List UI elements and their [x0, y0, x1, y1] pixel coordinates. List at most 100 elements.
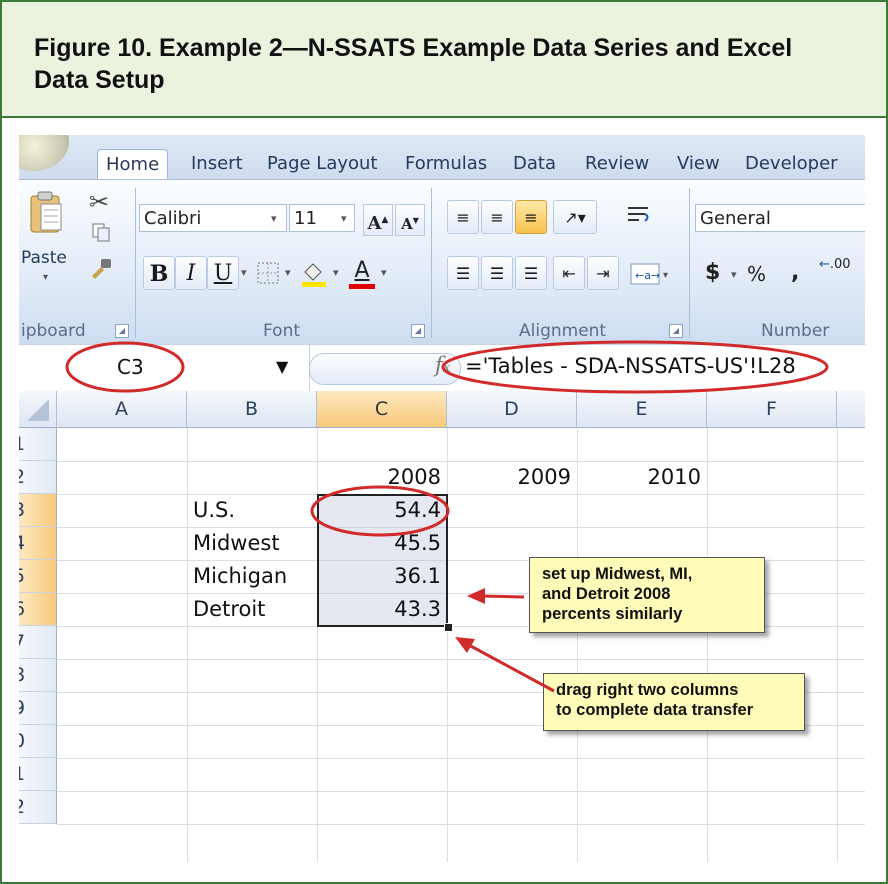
row-header-11[interactable]: 1 [19, 758, 57, 791]
grow-font-icon[interactable]: A▲ [363, 204, 393, 236]
excel-screenshot: Home Insert Page Layout Formulas Data Re… [19, 135, 865, 862]
tab-insert[interactable]: Insert [191, 149, 243, 179]
font-family-select[interactable]: Calibri [139, 204, 287, 232]
row-header-12[interactable]: 2 [19, 791, 57, 824]
cell-c2[interactable]: 2008 [317, 461, 441, 494]
percent-button[interactable]: % [747, 262, 766, 286]
column-header-d[interactable]: D [447, 391, 577, 428]
increase-decimal-button[interactable]: ←.00 [819, 258, 851, 272]
column-header-f[interactable]: F [707, 391, 837, 428]
svg-text:←a→: ←a→ [635, 269, 660, 282]
clipboard-launcher-icon[interactable]: ◢ [115, 324, 129, 338]
insert-function-icon[interactable]: fx [435, 353, 451, 377]
font-color-button[interactable]: A [347, 258, 377, 289]
name-box[interactable]: C3 ▼ [19, 345, 310, 391]
comma-button[interactable]: , [791, 260, 799, 285]
row-header-2[interactable]: 2 [19, 461, 57, 494]
increase-indent-icon[interactable]: ⇥ [587, 256, 619, 290]
cut-icon[interactable]: ✂ [89, 188, 109, 216]
row-header-10[interactable]: 0 [19, 725, 57, 758]
format-painter-icon[interactable] [89, 256, 113, 280]
cell-c5[interactable]: 36.1 [317, 560, 441, 593]
row-header-1[interactable]: 1 [19, 428, 57, 461]
ribbon: Paste ▾ ✂ ipboard ◢ Calibri ▾ 11 ▾ A▲ A▼… [19, 179, 865, 344]
tab-formulas[interactable]: Formulas [405, 149, 487, 179]
merge-center-icon[interactable]: ←a→ ▾ [629, 260, 673, 288]
tab-data[interactable]: Data [513, 149, 556, 179]
underline-dropdown-icon[interactable]: ▾ [241, 266, 247, 279]
cell-b3[interactable]: U.S. [193, 494, 235, 527]
column-header-c[interactable]: C [317, 391, 447, 428]
borders-dropdown-icon[interactable]: ▾ [285, 266, 291, 279]
group-separator [689, 188, 690, 338]
figure-frame: Figure 10. Example 2—N-SSATS Example Dat… [0, 0, 888, 884]
cell-b5[interactable]: Michigan [193, 560, 287, 593]
row-header-5[interactable]: 5 [19, 560, 57, 593]
name-box-dropdown-icon[interactable]: ▼ [276, 357, 288, 376]
alignment-group-label: Alignment [519, 321, 607, 341]
tab-home[interactable]: Home [97, 149, 169, 180]
orientation-icon[interactable]: ↗▾ [553, 200, 597, 234]
font-size-dropdown-icon[interactable]: ▾ [341, 212, 347, 225]
underline-button[interactable]: U [207, 256, 239, 290]
font-color-dropdown-icon[interactable]: ▾ [381, 266, 387, 279]
align-left-icon[interactable]: ☰ [447, 256, 479, 290]
row-header-3[interactable]: 3 [19, 494, 57, 527]
callout-line: set up Midwest, MI, [542, 565, 693, 583]
paste-icon[interactable] [29, 190, 63, 234]
column-header-a[interactable]: A [57, 391, 187, 428]
paste-label[interactable]: Paste [21, 248, 67, 268]
grid-line [837, 428, 838, 862]
callout-line: percents similarly [542, 605, 683, 623]
decrease-indent-icon[interactable]: ⇤ [553, 256, 585, 290]
number-format-select[interactable]: General [695, 204, 865, 232]
align-right-icon[interactable]: ☰ [515, 256, 547, 290]
wrap-text-icon[interactable] [625, 202, 651, 232]
cell-b4[interactable]: Midwest [193, 527, 280, 560]
row-header-8[interactable]: 8 [19, 659, 57, 692]
alignment-launcher-icon[interactable]: ◢ [669, 324, 683, 338]
align-top-icon[interactable]: ≡ [447, 200, 479, 234]
copy-icon[interactable] [91, 222, 111, 242]
font-launcher-icon[interactable]: ◢ [411, 324, 425, 338]
currency-dropdown-icon[interactable]: ▾ [731, 268, 737, 281]
paste-dropdown-icon[interactable]: ▾ [43, 272, 48, 283]
align-bottom-icon[interactable]: ≡ [515, 200, 547, 234]
column-header-next[interactable] [837, 391, 865, 428]
cell-d2[interactable]: 2009 [447, 461, 571, 494]
currency-button[interactable]: $ [705, 260, 720, 285]
fill-color-icon[interactable] [299, 258, 329, 288]
select-all-button[interactable] [19, 391, 57, 428]
office-button-icon[interactable] [19, 135, 69, 171]
row-header-9[interactable]: 9 [19, 692, 57, 725]
italic-button[interactable]: I [175, 256, 207, 290]
cell-b6[interactable]: Detroit [193, 593, 265, 626]
cell-c6[interactable]: 43.3 [317, 593, 441, 626]
tab-view[interactable]: View [677, 149, 720, 179]
shrink-font-icon[interactable]: A▼ [395, 204, 425, 236]
cell-c4[interactable]: 45.5 [317, 527, 441, 560]
grid-line [57, 758, 865, 759]
align-center-icon[interactable]: ☰ [481, 256, 513, 290]
row-header-4[interactable]: 4 [19, 527, 57, 560]
group-separator [135, 188, 136, 338]
fill-handle[interactable] [444, 623, 453, 632]
column-header-e[interactable]: E [577, 391, 707, 428]
fill-color-dropdown-icon[interactable]: ▾ [333, 266, 339, 279]
align-middle-icon[interactable]: ≡ [481, 200, 513, 234]
tab-review[interactable]: Review [585, 149, 649, 179]
column-header-b[interactable]: B [187, 391, 317, 428]
tab-page-layout[interactable]: Page Layout [267, 149, 378, 179]
cell-e2[interactable]: 2010 [577, 461, 701, 494]
formula-input[interactable]: ='Tables - SDA-NSSATS-US'!L28 [465, 354, 796, 378]
row-header-6[interactable]: 6 [19, 593, 57, 626]
cell-c3[interactable]: 54.4 [317, 494, 441, 527]
tab-developer[interactable]: Developer [745, 149, 838, 179]
bold-button[interactable]: B [143, 256, 175, 290]
grid-line [57, 659, 865, 660]
row-header-7[interactable]: 7 [19, 626, 57, 659]
borders-icon[interactable] [255, 260, 281, 286]
formula-bar: C3 ▼ fx ='Tables - SDA-NSSATS-US'!L28 [19, 344, 865, 392]
grid-line [707, 428, 708, 862]
font-family-dropdown-icon[interactable]: ▾ [271, 212, 277, 225]
